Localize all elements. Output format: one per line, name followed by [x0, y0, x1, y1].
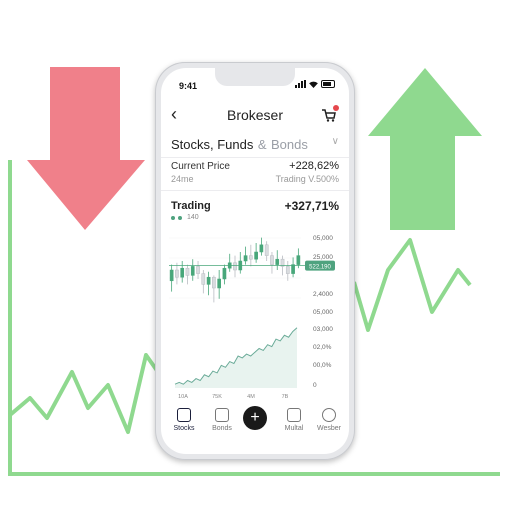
tab-multal[interactable]: Multal [276, 408, 312, 432]
price-badge-label: 522,190 [309, 265, 331, 271]
y-tick-label: 0 [313, 382, 317, 389]
candle-body [243, 255, 248, 262]
candle-body [233, 262, 237, 271]
y-tick-label: 00,0% [313, 362, 332, 369]
signal-icon [295, 80, 306, 88]
section-selector[interactable]: Stocks, Funds & Bonds ∨ [171, 136, 341, 156]
indicator-dot [171, 215, 175, 220]
candle-body [296, 255, 301, 265]
trading-value: +327,71% [284, 199, 339, 213]
trading-indicator: 140 [171, 214, 199, 221]
battery-icon [321, 80, 335, 88]
y-tick-label: 02,0% [313, 344, 332, 351]
trading-chart[interactable]: 522,190 05,000 25,000 2,4000 05,000 03,000 02,… [161, 230, 349, 402]
tab-label: Multal [284, 425, 304, 432]
divider [161, 157, 349, 158]
bottom-tab-bar: Stocks Bonds + Multal Wesber [161, 402, 349, 454]
x-tick-label: 75K [212, 394, 222, 400]
down-arrow-icon [27, 67, 145, 230]
current-price-value: +228,62% [289, 160, 339, 172]
tab-stocks[interactable]: Stocks [166, 408, 202, 432]
candle-body [212, 276, 216, 289]
wallet-icon [287, 408, 301, 422]
y-tick-label: 2,4000 [313, 291, 333, 298]
candle-body [222, 267, 227, 280]
candle-body [249, 255, 253, 260]
up-arrow-icon [368, 68, 482, 230]
tab-bonds-nav[interactable]: Bonds [204, 408, 240, 432]
notification-dot [333, 105, 339, 111]
indicator-dot [178, 215, 182, 220]
y-tick-label: 03,000 [313, 326, 333, 333]
x-tick-label: 4M [247, 394, 255, 400]
candle-body [201, 273, 206, 285]
y-tick-label: 05,000 [313, 309, 333, 316]
tab-bonds[interactable]: Bonds [271, 137, 308, 152]
candle-body [217, 278, 221, 289]
bank-icon [177, 408, 191, 422]
candle-body [206, 276, 211, 285]
tab-wesber[interactable]: Wesber [311, 408, 347, 432]
phone-notch [215, 68, 295, 86]
candle-body [190, 266, 195, 276]
wifi-icon [309, 81, 318, 88]
area-fill [175, 327, 297, 388]
candle-body [254, 251, 258, 260]
candle-body [185, 267, 190, 276]
backdrop-trend-line-right [352, 238, 472, 332]
y-tick-label: 25,000 [313, 254, 333, 261]
current-price-label: Current Price [171, 161, 230, 172]
user-icon [322, 408, 336, 422]
tab-label: Wesber [317, 425, 341, 432]
tab-label: Stocks [173, 425, 195, 432]
candle-body [275, 258, 280, 265]
chevron-down-icon[interactable]: ∨ [332, 136, 339, 147]
status-time: 9:41 [179, 81, 198, 91]
basket-button[interactable] [321, 105, 339, 123]
divider [161, 190, 349, 191]
candle-body [264, 244, 269, 256]
tab-separator: & [257, 137, 267, 152]
candle-body [169, 269, 174, 282]
tab-stocks-funds[interactable]: Stocks, Funds [171, 137, 253, 152]
tab-label: Bonds [212, 425, 232, 432]
x-tick-label: 7B [282, 394, 289, 400]
phone-screen: 9:41 ‹ Brokeser Stocks, Funds & Bonds ∨ … [161, 68, 349, 454]
candle-body [285, 266, 290, 274]
app-header: ‹ Brokeser [161, 102, 349, 130]
phone-frame: 9:41 ‹ Brokeser Stocks, Funds & Bonds ∨ … [155, 62, 355, 460]
candle-body [270, 255, 274, 265]
candle-body [175, 269, 179, 278]
y-tick-label: 05,000 [313, 235, 333, 242]
add-button[interactable]: + [243, 406, 267, 430]
backdrop-trend-line-left [8, 353, 160, 434]
current-price-sub: 24me [171, 174, 194, 184]
trading-volume-label: Trading V.500% [275, 174, 339, 184]
trading-count: 140 [187, 214, 199, 221]
candle-body [259, 244, 264, 253]
x-tick-label: 10A [178, 394, 188, 400]
status-icons [295, 80, 335, 88]
candle-body [180, 267, 185, 278]
trading-label: Trading [171, 200, 211, 212]
certificate-icon [215, 408, 229, 422]
candle-body [196, 266, 200, 274]
candle-body [291, 264, 295, 274]
